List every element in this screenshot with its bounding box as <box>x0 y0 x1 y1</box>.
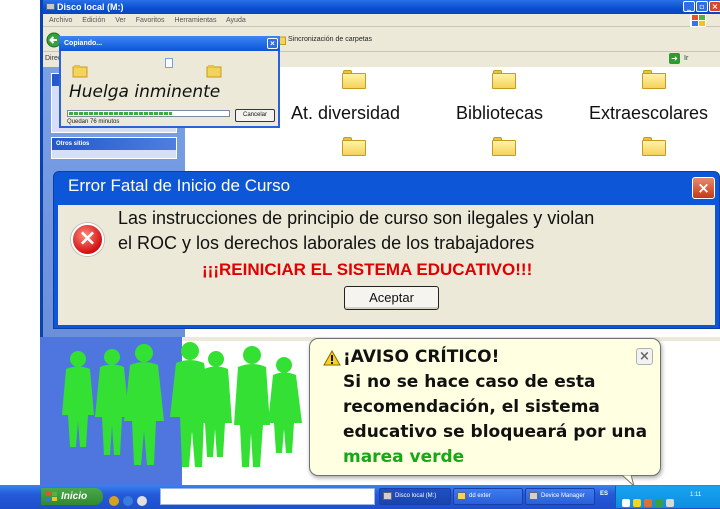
taskbar: Inicio Disco local (M:) dd exter Device … <box>0 485 720 509</box>
folder-label-bibliotecas[interactable]: Bibliotecas <box>456 103 543 124</box>
go-button[interactable]: Ir <box>684 55 688 62</box>
folder-icon <box>457 492 466 500</box>
menu-edicion[interactable]: Edición <box>82 17 105 24</box>
clock[interactable]: 1:11 <box>690 492 701 498</box>
drive-icon <box>383 492 392 500</box>
menu-bar: Archivo Edición Ver Favoritos Herramient… <box>43 14 720 27</box>
source-folder-icon <box>72 65 88 78</box>
copy-progress-fill <box>69 112 173 115</box>
copy-time-remaining: Quedan 76 minutos <box>67 119 120 125</box>
copy-progress-bar <box>67 110 230 117</box>
copy-dialog-title: Copiando... <box>64 40 103 47</box>
cancel-button[interactable]: Cancelar <box>235 109 275 122</box>
device-manager-icon <box>529 492 538 500</box>
task-panel-other-places: Otros sitios <box>51 137 177 159</box>
taskbar-search-input[interactable] <box>160 488 375 505</box>
taskbar-button-label: Device Manager <box>541 493 585 499</box>
windows-logo-icon <box>690 14 706 27</box>
copy-dialog-title-bar[interactable]: Copiando... × <box>59 36 280 51</box>
drive-icon <box>46 3 55 10</box>
close-icon[interactable]: × <box>692 177 715 199</box>
language-indicator[interactable]: ES <box>600 491 608 497</box>
balloon-line-2: recomendación, el sistema <box>343 397 600 417</box>
close-button[interactable]: × <box>709 1 720 12</box>
taskbar-button-label: dd exter <box>469 493 491 499</box>
folder-label-at-diversidad[interactable]: At. diversidad <box>291 103 400 124</box>
person-silhouette <box>124 344 164 465</box>
menu-ver[interactable]: Ver <box>115 17 126 24</box>
taskbar-button-device-manager[interactable]: Device Manager <box>525 488 595 505</box>
start-label: Inicio <box>61 491 88 502</box>
other-places-header[interactable]: Otros sitios <box>52 138 176 150</box>
taskbar-button-label: Disco local (M:) <box>395 493 437 499</box>
error-alert-text: ¡¡¡REINICIAR EL SISTEMA EDUCATIVO!!! <box>202 260 533 279</box>
accept-button[interactable]: Aceptar <box>344 286 439 310</box>
start-button[interactable]: Inicio <box>41 488 103 505</box>
warning-icon[interactable] <box>633 499 641 507</box>
quick-launch-icon[interactable] <box>123 496 133 506</box>
balloon-line-3: educativo se bloqueará por una <box>343 422 648 442</box>
error-dialog-body: × Las instrucciones de principio de curs… <box>58 205 715 325</box>
balloon-title: ¡AVISO CRÍTICO! <box>343 347 500 367</box>
folder-icon[interactable] <box>492 70 516 89</box>
error-message-line-2: el ROC y los derechos laborales de los t… <box>118 233 535 253</box>
tray-icon[interactable] <box>666 499 674 507</box>
person-silhouette <box>234 346 270 467</box>
person-silhouette <box>200 351 232 457</box>
tray-icon[interactable] <box>644 499 652 507</box>
document-icon <box>165 58 173 68</box>
quick-launch-icon[interactable] <box>109 496 119 506</box>
folder-icon[interactable] <box>492 137 516 156</box>
tray-icons <box>622 492 677 509</box>
critical-warning-balloon: ¡AVISO CRÍTICO! × Si no se hace caso de … <box>309 338 661 476</box>
folder-icon[interactable] <box>342 70 366 89</box>
balloon-line-1: Si no se hace caso de esta <box>343 372 596 392</box>
tray-icon[interactable] <box>622 499 630 507</box>
quick-launch-icon[interactable] <box>137 496 147 506</box>
person-silhouette <box>95 349 129 455</box>
copy-dialog: Copiando... × Huelga inminente Quedan 76… <box>59 36 280 128</box>
folder-icon[interactable] <box>642 70 666 89</box>
quick-launch <box>109 491 151 509</box>
menu-archivo[interactable]: Archivo <box>49 17 72 24</box>
menu-herramientas[interactable]: Herramientas <box>174 17 216 24</box>
warning-icon <box>323 350 341 366</box>
go-arrow-icon[interactable]: ➜ <box>669 53 680 64</box>
copy-message: Huelga inminente <box>69 82 221 102</box>
balloon-highlight: marea verde <box>343 447 465 467</box>
close-icon[interactable]: × <box>267 38 278 49</box>
destination-folder-icon <box>206 65 222 78</box>
person-silhouette <box>268 357 302 453</box>
maximize-button[interactable]: ▫ <box>696 1 708 12</box>
error-dialog-title: Error Fatal de Inicio de Curso <box>68 176 291 195</box>
explorer-title: Disco local (M:) <box>57 2 124 12</box>
windows-flag-icon <box>46 492 57 502</box>
tray-icon[interactable] <box>655 499 663 507</box>
error-icon: × <box>71 223 104 256</box>
error-dialog: Error Fatal de Inicio de Curso × × Las i… <box>53 171 720 329</box>
person-silhouette <box>62 351 94 447</box>
explorer-title-bar[interactable]: Disco local (M:) _ ▫ × <box>43 0 720 14</box>
taskbar-button-disco-local[interactable]: Disco local (M:) <box>379 488 451 505</box>
folder-icon[interactable] <box>642 137 666 156</box>
taskbar-button-dd-exter[interactable]: dd exter <box>453 488 523 505</box>
green-people-silhouettes <box>62 342 302 467</box>
system-tray: 1:11 <box>615 486 720 508</box>
menu-favoritos[interactable]: Favoritos <box>136 17 165 24</box>
folder-icon[interactable] <box>342 137 366 156</box>
menu-ayuda[interactable]: Ayuda <box>226 17 246 24</box>
error-message-line-1: Las instrucciones de principio de curso … <box>118 208 595 228</box>
close-icon[interactable]: × <box>636 348 653 365</box>
folder-label-extraescolares[interactable]: Extraescolares <box>589 103 708 124</box>
minimize-button[interactable]: _ <box>683 1 695 12</box>
sync-folders-button[interactable]: Sincronización de carpetas <box>288 36 372 43</box>
